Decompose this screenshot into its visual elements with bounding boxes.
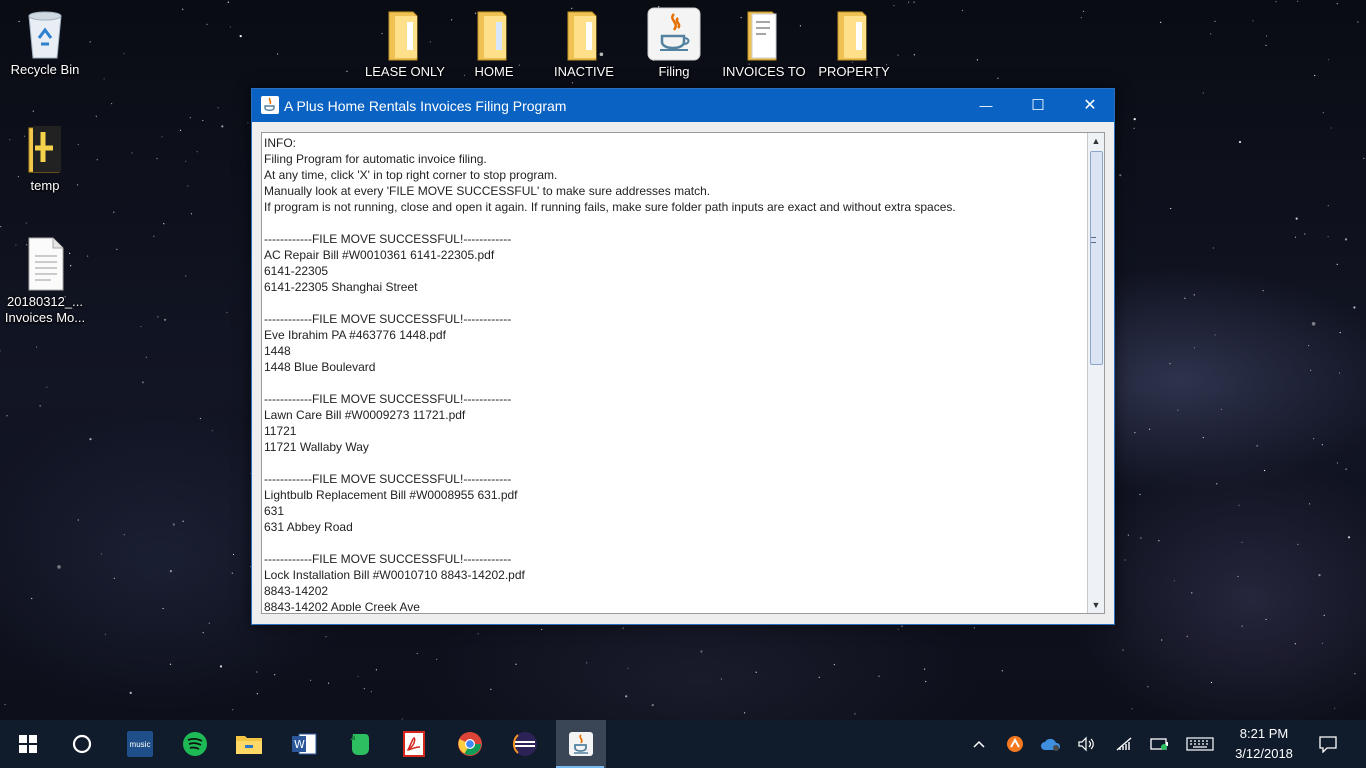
desktop-icon-label: INVOICES TO (722, 64, 806, 79)
desktop-icon-label: Invoices Mo... (4, 310, 86, 325)
clock-date: 3/12/2018 (1235, 746, 1293, 761)
folder-icon (747, 11, 777, 61)
desktop-icon-label: LEASE ONLY (365, 64, 445, 79)
folder-icon (837, 11, 867, 61)
folder-icon (567, 11, 597, 61)
windows-start-icon (19, 735, 37, 753)
taskbar-acrobat[interactable] (390, 720, 438, 768)
java-app-icon (261, 96, 279, 114)
minimize-button[interactable]: — (960, 89, 1012, 122)
desktop-icon-recycle-bin[interactable]: Recycle Bin (2, 8, 88, 78)
desktop-folder-home[interactable]: HOME (451, 8, 537, 80)
taskbar-evernote[interactable] (336, 720, 384, 768)
action-center-icon[interactable] (1314, 720, 1342, 768)
desktop-folder-inactive[interactable]: INACTIVE (541, 8, 627, 80)
desktop-icon-label: 20180312_... (7, 294, 83, 309)
volume-icon[interactable] (1074, 720, 1098, 768)
desktop-icon-label: Recycle Bin (10, 62, 80, 77)
taskbar-chrome[interactable] (446, 720, 494, 768)
desktop-folder-lease-only[interactable]: LEASE ONLY (362, 8, 448, 80)
taskbar-eclipse[interactable] (501, 720, 549, 768)
chrome-icon (458, 732, 482, 756)
avast-tray-icon[interactable] (1003, 720, 1027, 768)
touch-keyboard-icon[interactable] (1184, 720, 1216, 768)
folder-icon (477, 11, 507, 61)
desktop-icon-label: HOME (474, 64, 514, 79)
file-explorer-icon (236, 736, 262, 754)
desktop-folder-invoices-to[interactable]: INVOICES TO (721, 8, 807, 80)
clock-time: 8:21 PM (1239, 726, 1289, 741)
desktop-icon-label: Filing (658, 64, 690, 79)
wifi-icon[interactable] (1112, 720, 1136, 768)
word-icon: W (292, 733, 317, 755)
log-text-area-container: INFO: Filing Program for automatic invoi… (261, 132, 1105, 614)
svg-text:W: W (294, 738, 305, 751)
desktop-icon-document[interactable]: 20180312_... Invoices Mo... (2, 236, 88, 326)
taskbar-file-explorer[interactable] (225, 720, 273, 768)
shortcut-folder-icon (28, 126, 61, 173)
scroll-down-arrow-icon[interactable]: ▼ (1088, 597, 1104, 613)
desktop-shortcut-filing[interactable]: Filing (631, 6, 717, 80)
text-document-icon (28, 237, 64, 291)
folder-icon (388, 11, 418, 61)
cortana-icon (72, 734, 92, 754)
java-icon (569, 732, 593, 756)
taskbar-word[interactable]: W (280, 720, 328, 768)
desktop-icon-temp[interactable]: temp (2, 124, 88, 194)
scrollbar-thumb[interactable] (1090, 151, 1103, 365)
desktop-icon-label: temp (30, 178, 60, 193)
filing-program-window: A Plus Home Rentals Invoices Filing Prog… (251, 88, 1115, 625)
eclipse-icon (512, 732, 537, 756)
battery-icon[interactable] (1148, 720, 1172, 768)
maximize-button[interactable]: ☐ (1012, 89, 1064, 122)
vertical-scrollbar[interactable]: ▲ ▼ (1087, 133, 1104, 613)
desktop-icon-label: INACTIVE (554, 64, 614, 79)
recycle-bin-icon (28, 11, 62, 59)
desktop-folder-property[interactable]: PROPERTY (811, 8, 897, 80)
evernote-icon (350, 734, 369, 755)
taskbar-spotify[interactable] (171, 720, 219, 768)
log-text-area[interactable]: INFO: Filing Program for automatic invoi… (264, 135, 1086, 611)
window-titlebar[interactable]: A Plus Home Rentals Invoices Filing Prog… (252, 89, 1114, 122)
start-button[interactable] (4, 720, 52, 768)
taskbar-clock[interactable]: 8:21 PM 3/12/2018 (1222, 724, 1306, 764)
show-hidden-icons-chevron-icon[interactable] (968, 720, 990, 768)
amazon-music-icon: music (127, 731, 153, 757)
close-button[interactable]: ✕ (1064, 89, 1116, 122)
desktop-icon-label: PROPERTY (818, 64, 890, 79)
cortana-button[interactable] (58, 720, 106, 768)
onedrive-tray-icon[interactable] (1039, 720, 1063, 768)
java-icon (647, 7, 701, 61)
taskbar-java-filing[interactable] (556, 720, 606, 768)
scroll-up-arrow-icon[interactable]: ▲ (1088, 133, 1104, 149)
taskbar-amazon-music[interactable]: music (116, 720, 164, 768)
scrollbar-grip-icon (1091, 237, 1096, 243)
taskbar: music W 8:21 PM 3/12/2018 (0, 720, 1366, 768)
acrobat-icon (403, 731, 425, 757)
window-title: A Plus Home Rentals Invoices Filing Prog… (284, 98, 567, 114)
spotify-icon (183, 732, 207, 756)
